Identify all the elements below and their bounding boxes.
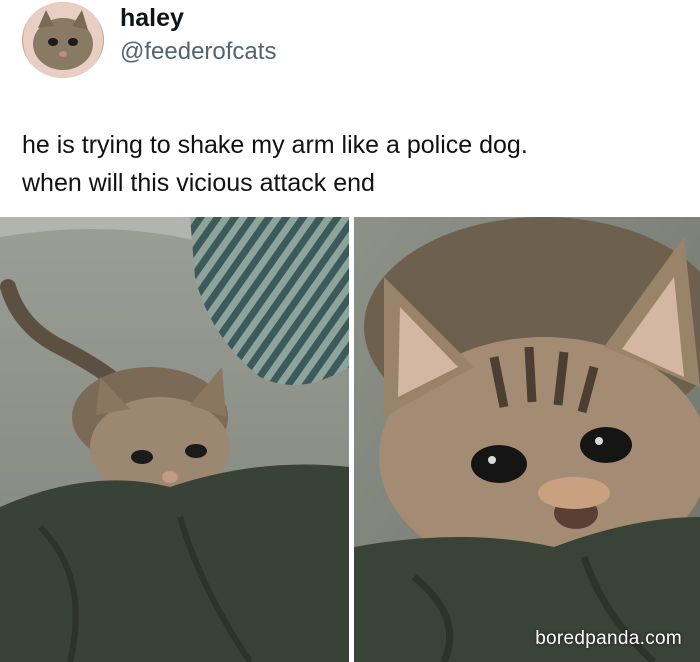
user-handle[interactable]: @feederofcats	[120, 38, 276, 66]
display-name[interactable]: haley	[120, 4, 184, 33]
tweet-line: he is trying to shake my arm like a poli…	[22, 131, 528, 159]
tweet-line: when will this vicious attack end	[22, 169, 375, 197]
photo-kitten-couch[interactable]	[0, 217, 349, 662]
photo-kitten-closeup[interactable]: boredpanda.com	[354, 217, 700, 662]
post-header: haley @feederofcats	[0, 0, 700, 110]
tweet-text: he is trying to shake my arm like a poli…	[22, 126, 692, 202]
watermark: boredpanda.com	[535, 628, 682, 649]
avatar[interactable]	[22, 2, 104, 78]
